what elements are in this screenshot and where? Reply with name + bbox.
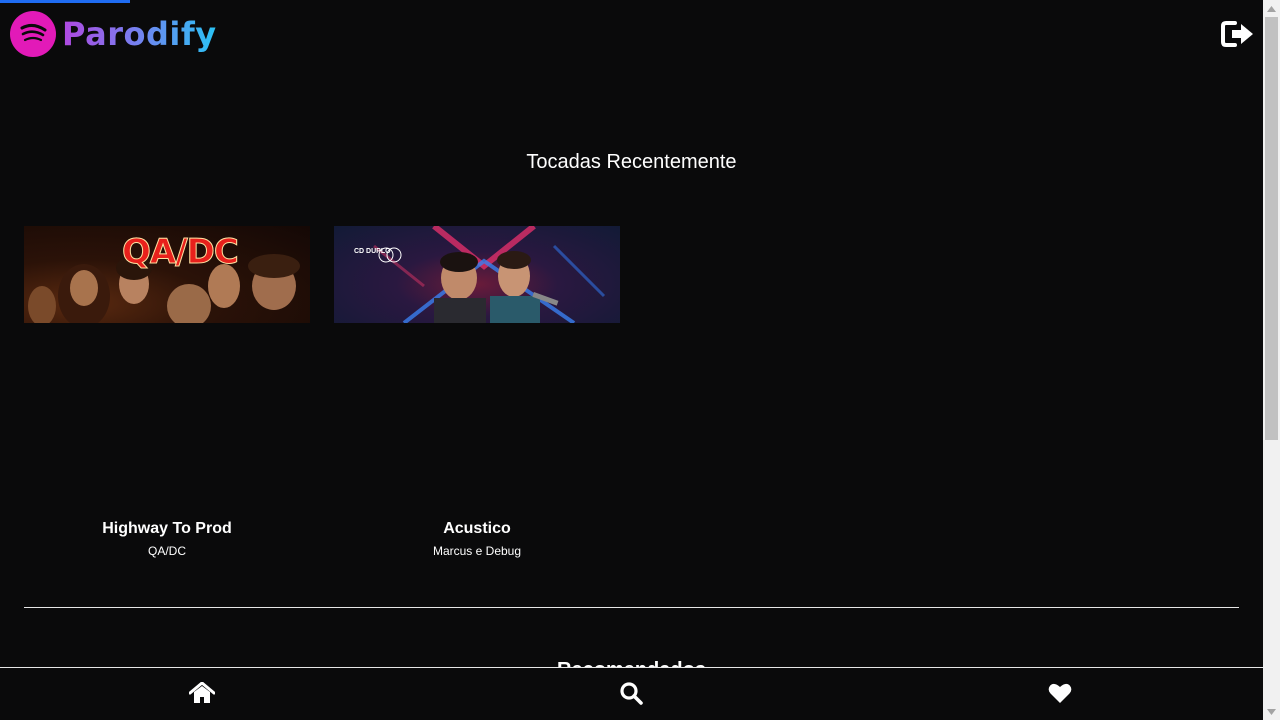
header: Parodify [10,10,217,58]
sign-out-icon [1221,21,1253,47]
album-cover: CD DUPLO [334,226,620,323]
album-cover: QA/DC [24,226,310,323]
nav-home-button[interactable] [187,680,217,706]
loading-progress-bar [0,0,130,3]
home-icon [189,682,215,703]
logout-button[interactable] [1220,18,1256,50]
album-name: Highway To Prod [102,520,232,537]
scrollbar-thumb[interactable] [1265,17,1278,440]
album-artist: Marcus e Debug [432,544,522,558]
spotify-waves-icon[interactable] [10,11,56,57]
scroll-down-arrow-icon[interactable] [1263,703,1280,720]
album-artist: QA/DC [147,544,186,558]
recent-section-title: Tocadas Recentemente [526,151,737,173]
album-card-acustico[interactable]: CD DUPLO Acustico Marcus e Debug [334,226,620,566]
album-card-highway-to-prod[interactable]: QA/DC Highway To Prod QA/DC [24,226,310,566]
page-scrollbar[interactable] [1263,0,1280,720]
app-viewport: Parodify Tocadas Recentemente QA/DC High… [0,0,1263,720]
heart-icon [1048,683,1072,703]
nav-favorites-button[interactable] [1045,680,1075,706]
cover-logo-text: QA/DC [122,232,240,273]
album-name: Acustico [443,520,511,537]
nav-search-button[interactable] [616,680,646,706]
search-icon [620,682,643,705]
cover-badge-text: CD DUPLO [354,248,391,255]
scroll-up-arrow-icon[interactable] [1263,0,1280,17]
app-logo-text[interactable]: Parodify [62,15,217,53]
section-divider [24,607,1239,608]
bottom-navigation [0,667,1263,720]
